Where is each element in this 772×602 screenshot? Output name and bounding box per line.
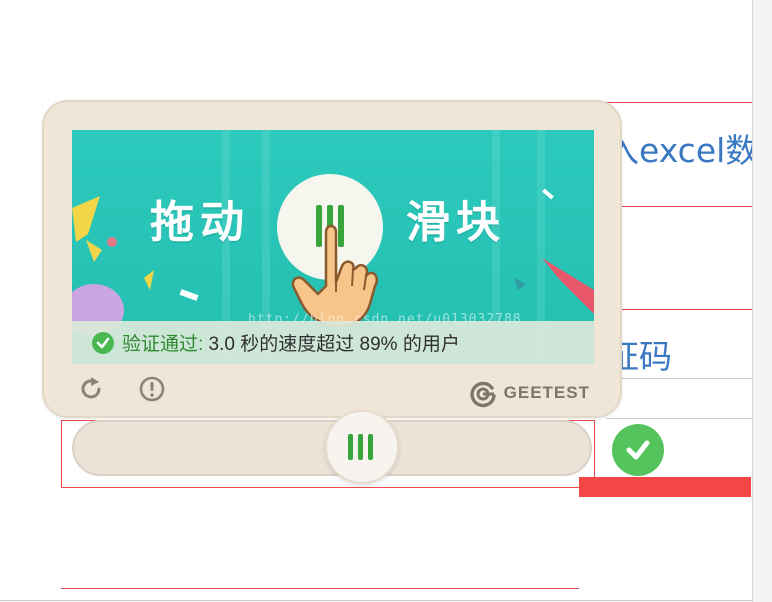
geetest-brand[interactable]: GEETEST [468,378,590,408]
divider [606,378,752,379]
input-border-top [606,102,752,103]
captcha-card: 拖动 滑块 http://blog.csdn.net/u013032788 验证… [42,100,622,418]
geetest-label: GEETEST [503,383,590,402]
error-highlight-bar [579,477,751,497]
refresh-icon[interactable] [76,374,106,404]
status-message: 验证通过: 3.0 秒的速度超过 89% 的用户 [122,329,460,356]
divider [606,418,752,419]
page-text-captcha: 证码 [606,337,672,376]
verification-status: 验证通过: 3.0 秒的速度超过 89% 的用户 [72,321,594,364]
banner-title-right: 滑块 [406,197,506,248]
banner-title-left: 拖动 [150,197,250,248]
status-prefix: 验证通过: [122,334,204,355]
grip-bars-icon [348,434,353,460]
slider-handle[interactable] [325,410,399,484]
form-bottom-line [61,588,579,589]
success-check-icon [612,424,664,476]
status-detail: 3.0 秒的速度超过 89% 的用户 [203,334,460,355]
page-text-excel: 入excel数 [606,131,752,170]
info-icon[interactable] [137,374,167,404]
input-border-bottom [606,206,752,207]
page-scrollbar[interactable] [752,0,772,602]
captcha-banner: 拖动 滑块 http://blog.csdn.net/u013032788 验证… [72,130,594,364]
page-bottom-line [0,600,752,601]
check-circle-icon [92,331,114,354]
input-border-top-2 [606,309,752,310]
geetest-logo-icon [470,381,496,408]
